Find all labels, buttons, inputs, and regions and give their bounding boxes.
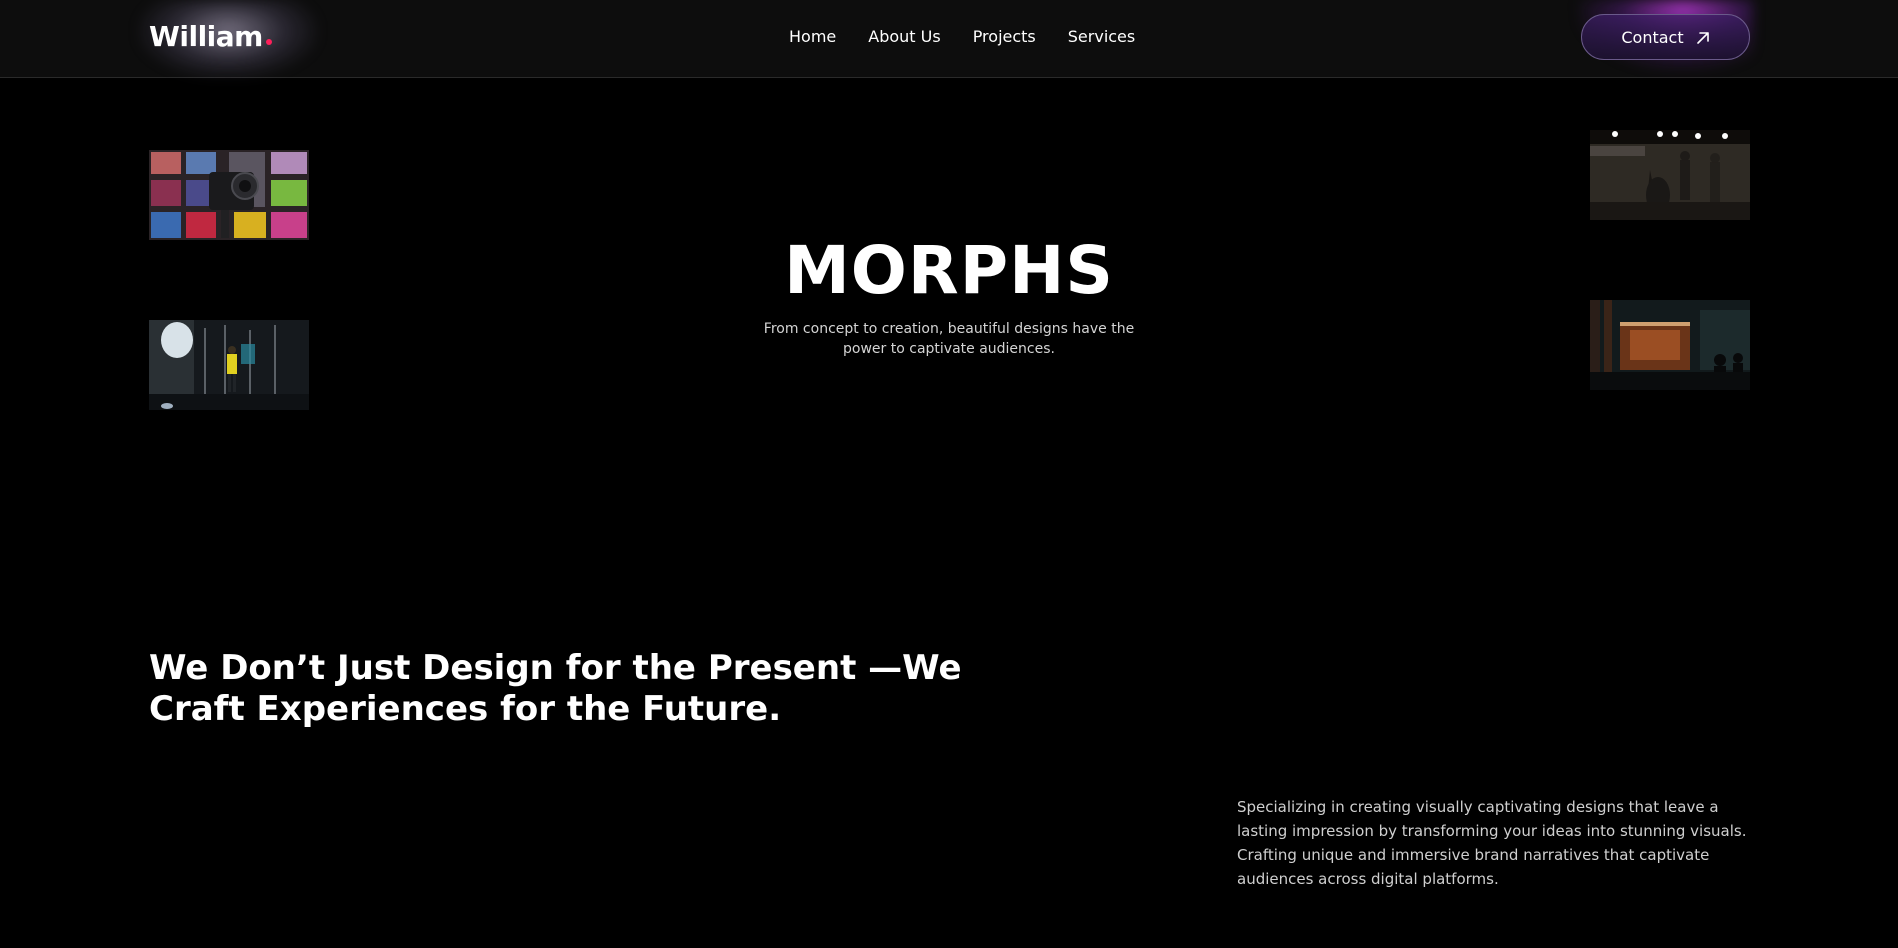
nav-link-projects[interactable]: Projects bbox=[973, 27, 1036, 46]
navbar: William Home About Us Projects Services … bbox=[0, 0, 1898, 78]
section-tagline: We Don’t Just Design for the Present —We… bbox=[149, 648, 962, 729]
nav-link-home[interactable]: Home bbox=[789, 27, 836, 46]
thumbnail-studio bbox=[149, 320, 309, 410]
section-description: Specializing in creating visually captiv… bbox=[1237, 798, 1747, 888]
nav-link-about-us[interactable]: About Us bbox=[868, 27, 940, 46]
logo-dot-icon bbox=[265, 39, 272, 45]
contact-button[interactable]: Contact bbox=[1581, 14, 1750, 60]
nav-link-services[interactable]: Services bbox=[1068, 27, 1135, 46]
contact-button-label: Contact bbox=[1621, 27, 1684, 47]
logo-text: William bbox=[149, 20, 263, 53]
thumbnail-chandelier-scene bbox=[1590, 130, 1750, 220]
hero-subtitle: From concept to creation, beautiful desi… bbox=[763, 321, 1135, 357]
main-nav: Home About Us Projects Services bbox=[789, 27, 1167, 46]
logo[interactable]: William bbox=[149, 20, 272, 53]
thumbnail-camera-grid bbox=[149, 150, 309, 240]
thumbnail-dim-interior bbox=[1590, 300, 1750, 390]
hero-title: MORPHS bbox=[784, 232, 1114, 309]
arrow-up-right-icon bbox=[1696, 30, 1710, 44]
